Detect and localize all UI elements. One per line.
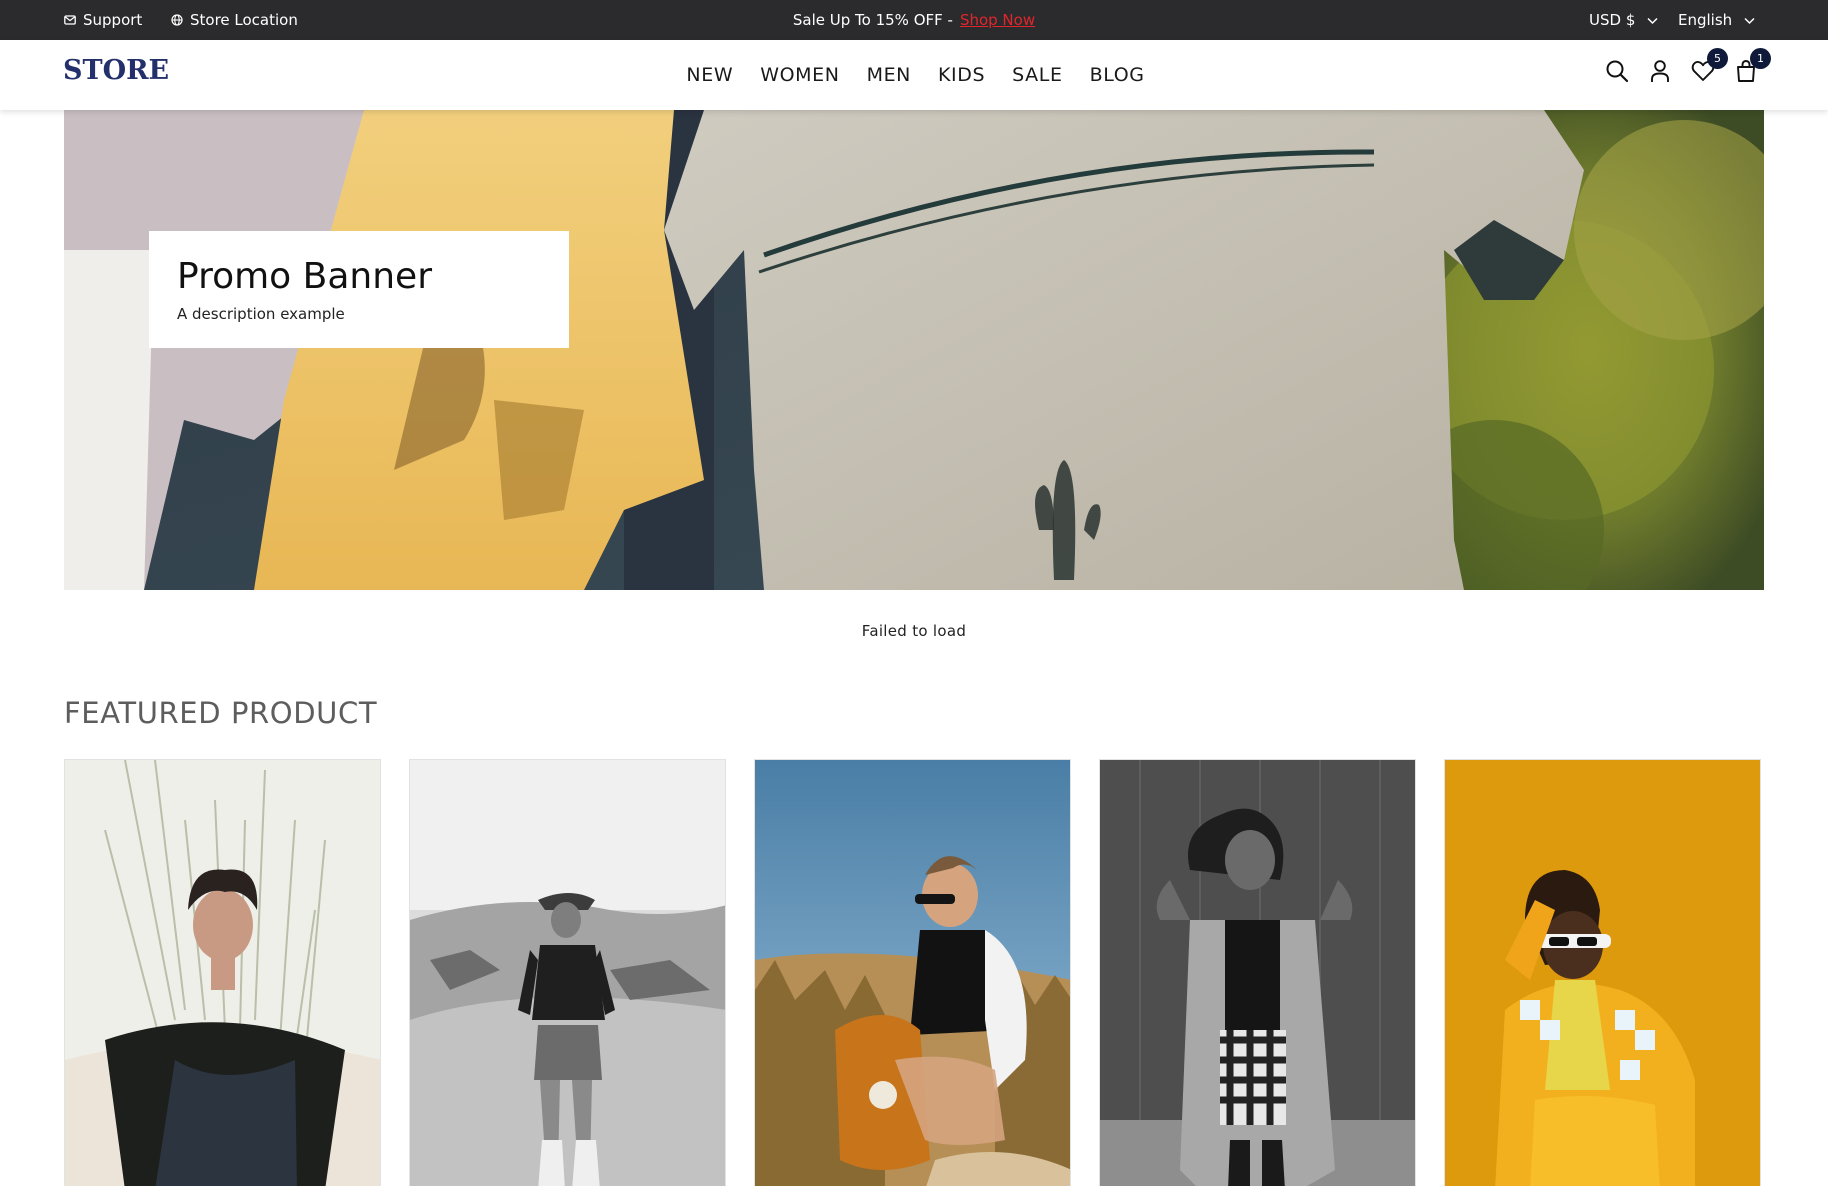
product-card[interactable]	[1444, 759, 1761, 1186]
language-selector[interactable]: English	[1678, 0, 1756, 40]
nav-item-blog[interactable]: BLOG	[1090, 64, 1145, 86]
load-error-message: Failed to load	[861, 622, 967, 640]
hero-image	[64, 110, 1764, 590]
search-button[interactable]	[1604, 58, 1630, 84]
promo-text: Sale Up To 15% OFF -	[792, 11, 953, 29]
chevron-down-icon	[1744, 17, 1755, 24]
product-card[interactable]	[1099, 759, 1416, 1186]
nav-item-women[interactable]: WOMEN	[760, 64, 839, 86]
user-icon	[1651, 60, 1669, 82]
chevron-down-icon	[1647, 17, 1658, 24]
nav-item-sale[interactable]: SALE	[1012, 64, 1062, 86]
product-image	[65, 760, 380, 1186]
hero-banner[interactable]: Promo Banner A description example	[64, 110, 1764, 590]
promo-description: A description example	[177, 305, 345, 323]
currency-value: USD $	[1589, 11, 1636, 29]
announcement-bar: Support Store Location Sale Up To 15% OF…	[0, 0, 1828, 40]
product-image	[1445, 760, 1760, 1186]
promo-card: Promo Banner A description example	[149, 231, 569, 348]
product-card[interactable]	[754, 759, 1071, 1186]
featured-products	[64, 759, 1764, 1186]
search-icon	[1606, 60, 1629, 83]
currency-selector[interactable]: USD $	[1589, 0, 1659, 40]
product-image	[755, 760, 1070, 1186]
main-nav: NEW WOMEN MEN KIDS SALE BLOG	[0, 40, 1828, 110]
cart-count-badge: 1	[1750, 48, 1771, 69]
shop-now-link[interactable]: Shop Now	[960, 11, 1035, 29]
nav-item-new[interactable]: NEW	[686, 64, 733, 86]
product-image	[410, 760, 725, 1186]
featured-section-title: FEATURED PRODUCT	[64, 696, 378, 730]
product-image	[1100, 760, 1415, 1186]
product-card[interactable]	[64, 759, 381, 1186]
site-header: STORE NEW WOMEN MEN KIDS SALE BLOG 5 1	[0, 40, 1828, 110]
promo-message: Sale Up To 15% OFF - Shop Now	[0, 0, 1828, 40]
cart-button[interactable]: 1	[1733, 48, 1771, 84]
promo-title: Promo Banner	[177, 256, 432, 297]
product-card[interactable]	[409, 759, 726, 1186]
wishlist-button[interactable]: 5	[1690, 48, 1728, 84]
header-actions: 5 1	[1604, 48, 1771, 84]
nav-item-men[interactable]: MEN	[867, 64, 911, 86]
language-value: English	[1678, 11, 1733, 29]
wishlist-count-badge: 5	[1707, 48, 1728, 69]
nav-item-kids[interactable]: KIDS	[938, 64, 985, 86]
account-button[interactable]	[1647, 58, 1673, 84]
